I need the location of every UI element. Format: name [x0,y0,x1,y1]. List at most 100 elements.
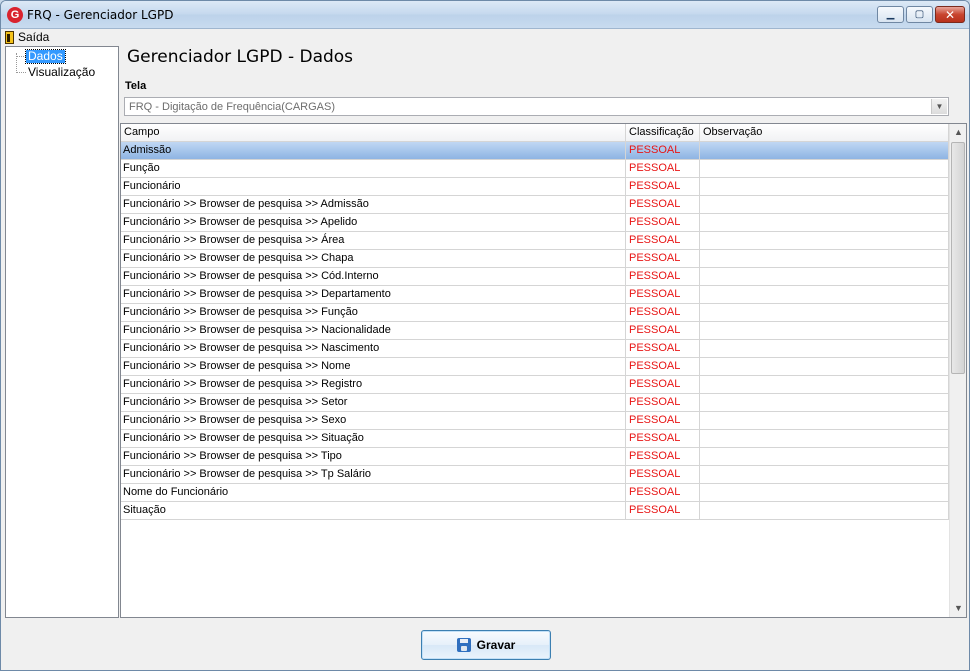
cell-classificacao[interactable]: PESSOAL [626,484,700,501]
cell-campo[interactable]: Funcionário >> Browser de pesquisa >> Ch… [121,250,626,267]
cell-classificacao[interactable]: PESSOAL [626,466,700,483]
cell-campo[interactable]: Funcionário [121,178,626,195]
cell-classificacao[interactable]: PESSOAL [626,250,700,267]
cell-classificacao[interactable]: PESSOAL [626,430,700,447]
cell-campo[interactable]: Funcionário >> Browser de pesquisa >> De… [121,286,626,303]
cell-observacao[interactable] [700,466,949,483]
cell-classificacao[interactable]: PESSOAL [626,232,700,249]
cell-classificacao[interactable]: PESSOAL [626,340,700,357]
cell-observacao[interactable] [700,484,949,501]
cell-classificacao[interactable]: PESSOAL [626,322,700,339]
scroll-up-icon[interactable]: ▲ [950,124,966,141]
tree-item-dados[interactable]: Dados [16,49,66,64]
save-button[interactable]: Gravar [421,630,551,660]
cell-observacao[interactable] [700,214,949,231]
table-row[interactable]: Funcionário >> Browser de pesquisa >> Ap… [121,214,949,232]
cell-campo[interactable]: Funcionário >> Browser de pesquisa >> Tp… [121,466,626,483]
cell-observacao[interactable] [700,142,949,159]
cell-observacao[interactable] [700,286,949,303]
cell-observacao[interactable] [700,196,949,213]
table-row[interactable]: Funcionário >> Browser de pesquisa >> Ad… [121,196,949,214]
cell-campo[interactable]: Funcionário >> Browser de pesquisa >> Na… [121,322,626,339]
table-row[interactable]: Funcionário >> Browser de pesquisa >> Tp… [121,466,949,484]
cell-observacao[interactable] [700,268,949,285]
table-row[interactable]: Nome do Funcionário PESSOAL [121,484,949,502]
cell-observacao[interactable] [700,502,949,519]
cell-classificacao[interactable]: PESSOAL [626,376,700,393]
table-row[interactable]: Funcionário >> Browser de pesquisa >> Na… [121,322,949,340]
cell-observacao[interactable] [700,376,949,393]
cell-campo[interactable]: Funcionário >> Browser de pesquisa >> Na… [121,340,626,357]
cell-observacao[interactable] [700,340,949,357]
minimize-button[interactable]: ▁ [877,6,904,23]
cell-campo[interactable]: Admissão [121,142,626,159]
table-row[interactable]: Funcionário PESSOAL [121,178,949,196]
table-row[interactable]: Funcionário >> Browser de pesquisa >> No… [121,358,949,376]
cell-classificacao[interactable]: PESSOAL [626,160,700,177]
cell-observacao[interactable] [700,412,949,429]
cell-classificacao[interactable]: PESSOAL [626,286,700,303]
maximize-button[interactable]: ▢ [906,6,933,23]
cell-campo[interactable]: Funcionário >> Browser de pesquisa >> Có… [121,268,626,285]
cell-observacao[interactable] [700,304,949,321]
cell-campo[interactable]: Funcionário >> Browser de pesquisa >> Se… [121,394,626,411]
cell-classificacao[interactable]: PESSOAL [626,358,700,375]
cell-observacao[interactable] [700,232,949,249]
cell-campo[interactable]: Funcionário >> Browser de pesquisa >> Si… [121,430,626,447]
cell-campo[interactable]: Funcionário >> Browser de pesquisa >> Se… [121,412,626,429]
table-row[interactable]: Funcionário >> Browser de pesquisa >> Si… [121,430,949,448]
cell-classificacao[interactable]: PESSOAL [626,502,700,519]
cell-classificacao[interactable]: PESSOAL [626,214,700,231]
table-row[interactable]: Situação PESSOAL [121,502,949,520]
cell-campo[interactable]: Funcionário >> Browser de pesquisa >> Ad… [121,196,626,213]
cell-observacao[interactable] [700,394,949,411]
close-button[interactable]: ✕ [935,6,965,23]
cell-classificacao[interactable]: PESSOAL [626,448,700,465]
cell-campo[interactable]: Situação [121,502,626,519]
table-row[interactable]: Funcionário >> Browser de pesquisa >> Có… [121,268,949,286]
vertical-scrollbar[interactable]: ▲ ▼ [949,124,966,617]
cell-campo[interactable]: Funcionário >> Browser de pesquisa >> No… [121,358,626,375]
cell-campo[interactable]: Funcionário >> Browser de pesquisa >> Fu… [121,304,626,321]
cell-campo[interactable]: Funcionário >> Browser de pesquisa >> Ár… [121,232,626,249]
cell-campo[interactable]: Funcionário >> Browser de pesquisa >> Re… [121,376,626,393]
table-row[interactable]: Função PESSOAL [121,160,949,178]
cell-classificacao[interactable]: PESSOAL [626,268,700,285]
cell-classificacao[interactable]: PESSOAL [626,304,700,321]
table-row[interactable]: Funcionário >> Browser de pesquisa >> Ti… [121,448,949,466]
table-row[interactable]: Funcionário >> Browser de pesquisa >> Fu… [121,304,949,322]
table-row[interactable]: Funcionário >> Browser de pesquisa >> Ch… [121,250,949,268]
tree-item-visualizacao[interactable]: Visualização [16,66,97,79]
cell-classificacao[interactable]: PESSOAL [626,394,700,411]
cell-classificacao[interactable]: PESSOAL [626,196,700,213]
cell-campo[interactable]: Função [121,160,626,177]
cell-campo[interactable]: Funcionário >> Browser de pesquisa >> Ti… [121,448,626,465]
chevron-down-icon[interactable]: ▼ [931,99,947,114]
title-bar[interactable]: G FRQ - Gerenciador LGPD ▁ ▢ ✕ [1,1,969,29]
cell-classificacao[interactable]: PESSOAL [626,178,700,195]
cell-observacao[interactable] [700,430,949,447]
cell-observacao[interactable] [700,358,949,375]
scrollbar-thumb[interactable] [951,142,965,374]
tela-select[interactable]: FRQ - Digitação de Frequência(CARGAS) ▼ [124,97,949,116]
column-header-observacao[interactable]: Observação [700,124,949,142]
table-row[interactable]: Funcionário >> Browser de pesquisa >> Ár… [121,232,949,250]
column-header-classificacao[interactable]: Classificação [626,124,700,142]
table-row[interactable]: Admissão PESSOAL [121,142,949,160]
table-row[interactable]: Funcionário >> Browser de pesquisa >> Re… [121,376,949,394]
cell-observacao[interactable] [700,448,949,465]
cell-observacao[interactable] [700,160,949,177]
cell-classificacao[interactable]: PESSOAL [626,412,700,429]
cell-observacao[interactable] [700,178,949,195]
cell-campo[interactable]: Nome do Funcionário [121,484,626,501]
menu-exit[interactable]: Saída [5,30,49,44]
cell-observacao[interactable] [700,322,949,339]
table-row[interactable]: Funcionário >> Browser de pesquisa >> Se… [121,412,949,430]
table-row[interactable]: Funcionário >> Browser de pesquisa >> De… [121,286,949,304]
cell-campo[interactable]: Funcionário >> Browser de pesquisa >> Ap… [121,214,626,231]
column-header-campo[interactable]: Campo [121,124,626,142]
table-row[interactable]: Funcionário >> Browser de pesquisa >> Na… [121,340,949,358]
table-row[interactable]: Funcionário >> Browser de pesquisa >> Se… [121,394,949,412]
scroll-down-icon[interactable]: ▼ [950,600,966,617]
cell-classificacao[interactable]: PESSOAL [626,142,700,159]
